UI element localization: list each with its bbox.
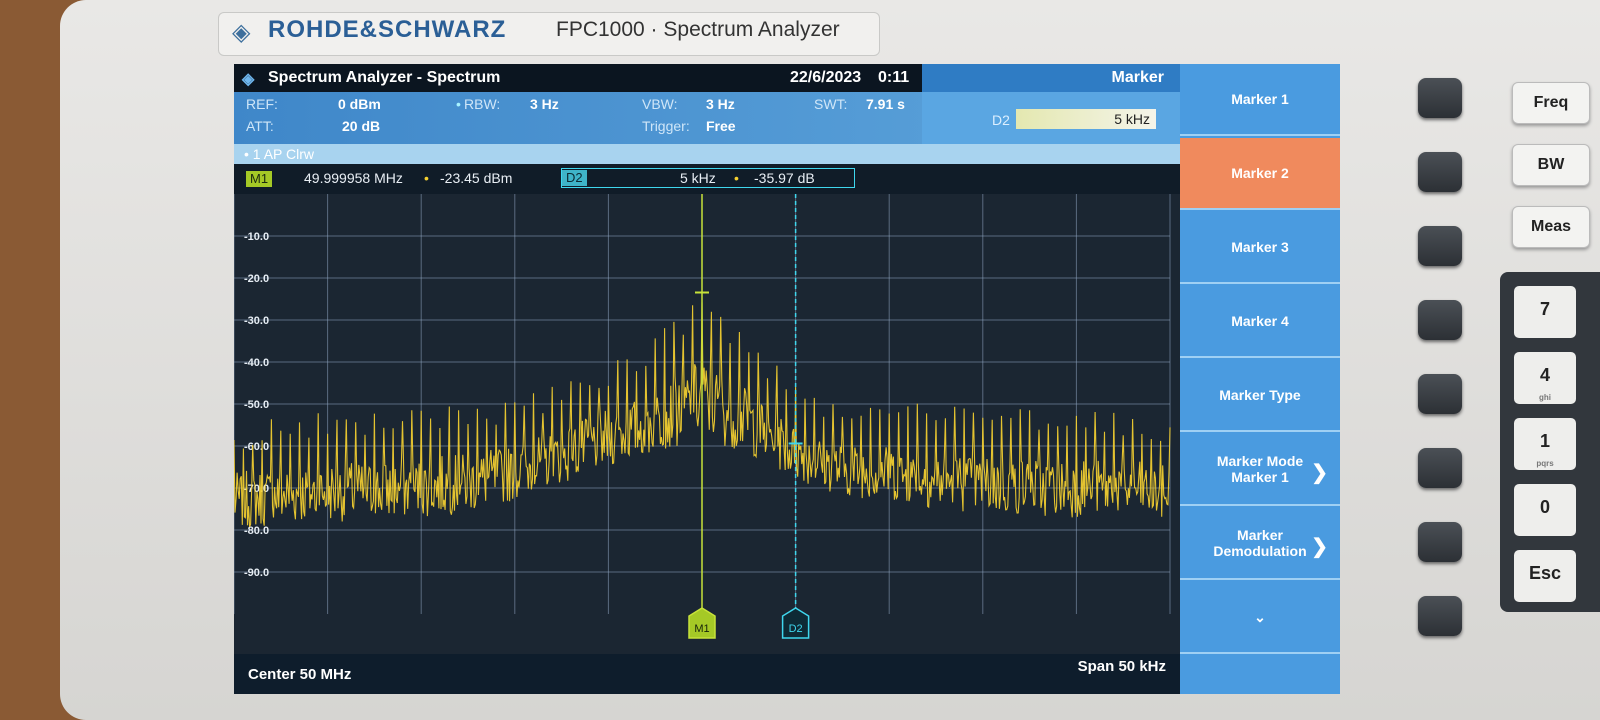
- time: 0:11: [878, 69, 910, 86]
- m1-level: -23.45 dBm: [440, 170, 513, 186]
- trigger-label: Trigger:: [642, 118, 690, 134]
- softkey-label: Marker 2: [1231, 165, 1289, 181]
- vbw-value[interactable]: 3 Hz: [706, 96, 735, 112]
- hardware-softkey-button[interactable]: [1418, 374, 1462, 414]
- softkey-label: Marker Mode Marker 1: [1216, 453, 1304, 485]
- delta-entry-panel: D2 5 kHz: [922, 92, 1180, 144]
- menu-title-bar: Marker: [922, 64, 1180, 92]
- hardware-softkey-button[interactable]: [1418, 522, 1462, 562]
- hardware-softkey-button[interactable]: [1418, 448, 1462, 488]
- y-tick-label: -10.0: [244, 231, 269, 243]
- softkey-6[interactable]: Marker Mode Marker 1 ❯: [1180, 434, 1340, 506]
- spectrum-plot[interactable]: -10.0 -20.0 -30.0 -40.0 -50.0 -60.0 -70.0 -80.0…: [234, 194, 1180, 654]
- rbw-coupling-icon: •: [456, 96, 461, 112]
- rbw-label: RBW:: [464, 96, 501, 112]
- frequency-bar: Center 50 MHz Span 50 kHz: [234, 654, 1180, 694]
- softkey-1[interactable]: Marker 1: [1180, 64, 1340, 136]
- numeric-keypad: 7 4 ghi 1 pqrs 0 Esc: [1500, 272, 1600, 612]
- trace-info-bar: • 1 AP Clrw: [234, 144, 1180, 164]
- swt-value[interactable]: 7.91 s: [866, 96, 905, 112]
- softkey-label: Marker 3: [1231, 239, 1289, 255]
- y-tick-label: -80.0: [244, 525, 269, 537]
- vbw-label: VBW:: [642, 96, 678, 112]
- bw-key[interactable]: BW: [1512, 144, 1590, 186]
- delta-entry-label: D2: [992, 112, 1010, 128]
- att-label: ATT:: [246, 118, 274, 134]
- hardware-softkey-button[interactable]: [1418, 300, 1462, 340]
- trigger-value[interactable]: Free: [706, 118, 736, 134]
- softkey-label: Marker Demodulation: [1213, 527, 1307, 559]
- center-frequency[interactable]: Center 50 MHz: [248, 666, 351, 683]
- chevron-right-icon: ❯: [1311, 462, 1328, 484]
- d2-level: -35.97 dB: [754, 170, 815, 186]
- numpad-key-sublabel: pqrs: [1536, 459, 1554, 468]
- ref-label: REF:: [246, 96, 278, 112]
- hardware-softkey-button[interactable]: [1418, 596, 1462, 636]
- y-tick-label: -40.0: [244, 357, 269, 369]
- numpad-key-1[interactable]: 1 pqrs: [1514, 418, 1576, 470]
- y-tick-label: -60.0: [244, 441, 269, 453]
- menu-title: Marker: [1111, 69, 1164, 86]
- numpad-key-label: 7: [1539, 299, 1550, 319]
- numpad-key-label: 0: [1539, 497, 1550, 517]
- d2-separator-icon: •: [734, 170, 739, 186]
- y-tick-label: -90.0: [244, 567, 269, 579]
- softkey-3[interactable]: Marker 3: [1180, 212, 1340, 284]
- m1-badge[interactable]: M1: [246, 171, 273, 187]
- m1-separator-icon: •: [424, 170, 429, 186]
- delta-entry-value: 5 kHz: [1114, 111, 1150, 127]
- softkey-2[interactable]: Marker 2: [1180, 138, 1340, 210]
- settings-bar: REF: 0 dBm ATT: 20 dB • RBW: 3 Hz VBW: 3…: [234, 92, 1180, 144]
- softkey-label: ⌄: [1254, 608, 1266, 625]
- freq-key[interactable]: Freq: [1512, 82, 1590, 124]
- delta-entry-field[interactable]: 5 kHz: [1016, 109, 1156, 129]
- d2-readout-box[interactable]: D2 5 kHz • -35.97 dB: [561, 168, 855, 188]
- app-title: Spectrum Analyzer - Spectrum: [268, 69, 501, 86]
- softkey-7[interactable]: Marker Demodulation ❯: [1180, 508, 1340, 580]
- y-tick-label: -30.0: [244, 315, 269, 327]
- softkey-8[interactable]: ⌄: [1180, 582, 1340, 654]
- softkey-menu: Marker 1 Marker 2 Marker 3 Marker 4 Marker T…: [1180, 64, 1340, 694]
- softkey-label: Marker 4: [1231, 313, 1289, 329]
- model-name: FPC1000 · Spectrum Analyzer: [556, 18, 840, 41]
- spectrum-svg: -10.0-20.0-30.0-40.0-50.0-60.0-70.0-80.0…: [234, 194, 1180, 654]
- numpad-key-label: 1: [1539, 431, 1550, 451]
- softkey-5[interactable]: Marker Type: [1180, 360, 1340, 432]
- hardware-softkey-button[interactable]: [1418, 78, 1462, 118]
- numpad-key-0[interactable]: 0: [1514, 484, 1576, 536]
- att-value[interactable]: 20 dB: [342, 118, 380, 134]
- d2-frequency: 5 kHz: [680, 170, 716, 186]
- trace-label[interactable]: • 1 AP Clrw: [244, 146, 314, 162]
- y-tick-label: -50.0: [244, 399, 269, 411]
- swt-label: SWT:: [814, 96, 848, 112]
- meas-key[interactable]: Meas: [1512, 206, 1590, 248]
- hardware-softkey-button[interactable]: [1418, 226, 1462, 266]
- numpad-key-sublabel: ghi: [1539, 393, 1551, 402]
- numpad-key-label: Esc: [1528, 563, 1562, 583]
- m1-marker-label: M1: [694, 623, 709, 635]
- date: 22/6/2023: [790, 69, 862, 86]
- d2-badge: D2: [562, 170, 587, 186]
- app-logo-icon: ◈: [242, 71, 255, 88]
- hardware-softkey-button[interactable]: [1418, 152, 1462, 192]
- y-tick-label: -20.0: [244, 273, 269, 285]
- marker-readout-bar: M1 49.999958 MHz • -23.45 dBm D2 5 kHz •…: [234, 164, 1180, 194]
- chevron-right-icon: ❯: [1311, 536, 1328, 558]
- plot-background: [234, 194, 1180, 654]
- numpad-key-4[interactable]: 4 ghi: [1514, 352, 1576, 404]
- softkey-4[interactable]: Marker 4: [1180, 286, 1340, 358]
- softkey-label: Marker Type: [1219, 387, 1301, 403]
- span-value[interactable]: Span 50 kHz: [1078, 658, 1166, 675]
- rohde-schwarz-logo-icon: ◈: [232, 19, 251, 46]
- analyzer-screen: ◈ Spectrum Analyzer - Spectrum 22/6/2023…: [234, 64, 1340, 694]
- brand-name: ROHDE&SCHWARZ: [268, 16, 507, 43]
- numpad-key-label: 4: [1539, 365, 1550, 385]
- d2-marker-label: D2: [789, 623, 803, 635]
- numpad-key-esc[interactable]: Esc: [1514, 550, 1576, 602]
- numpad-key-7[interactable]: 7: [1514, 286, 1576, 338]
- rbw-value[interactable]: 3 Hz: [530, 96, 559, 112]
- m1-frequency: 49.999958 MHz: [304, 170, 403, 186]
- softkey-label: Marker 1: [1231, 91, 1289, 107]
- ref-value[interactable]: 0 dBm: [338, 96, 381, 112]
